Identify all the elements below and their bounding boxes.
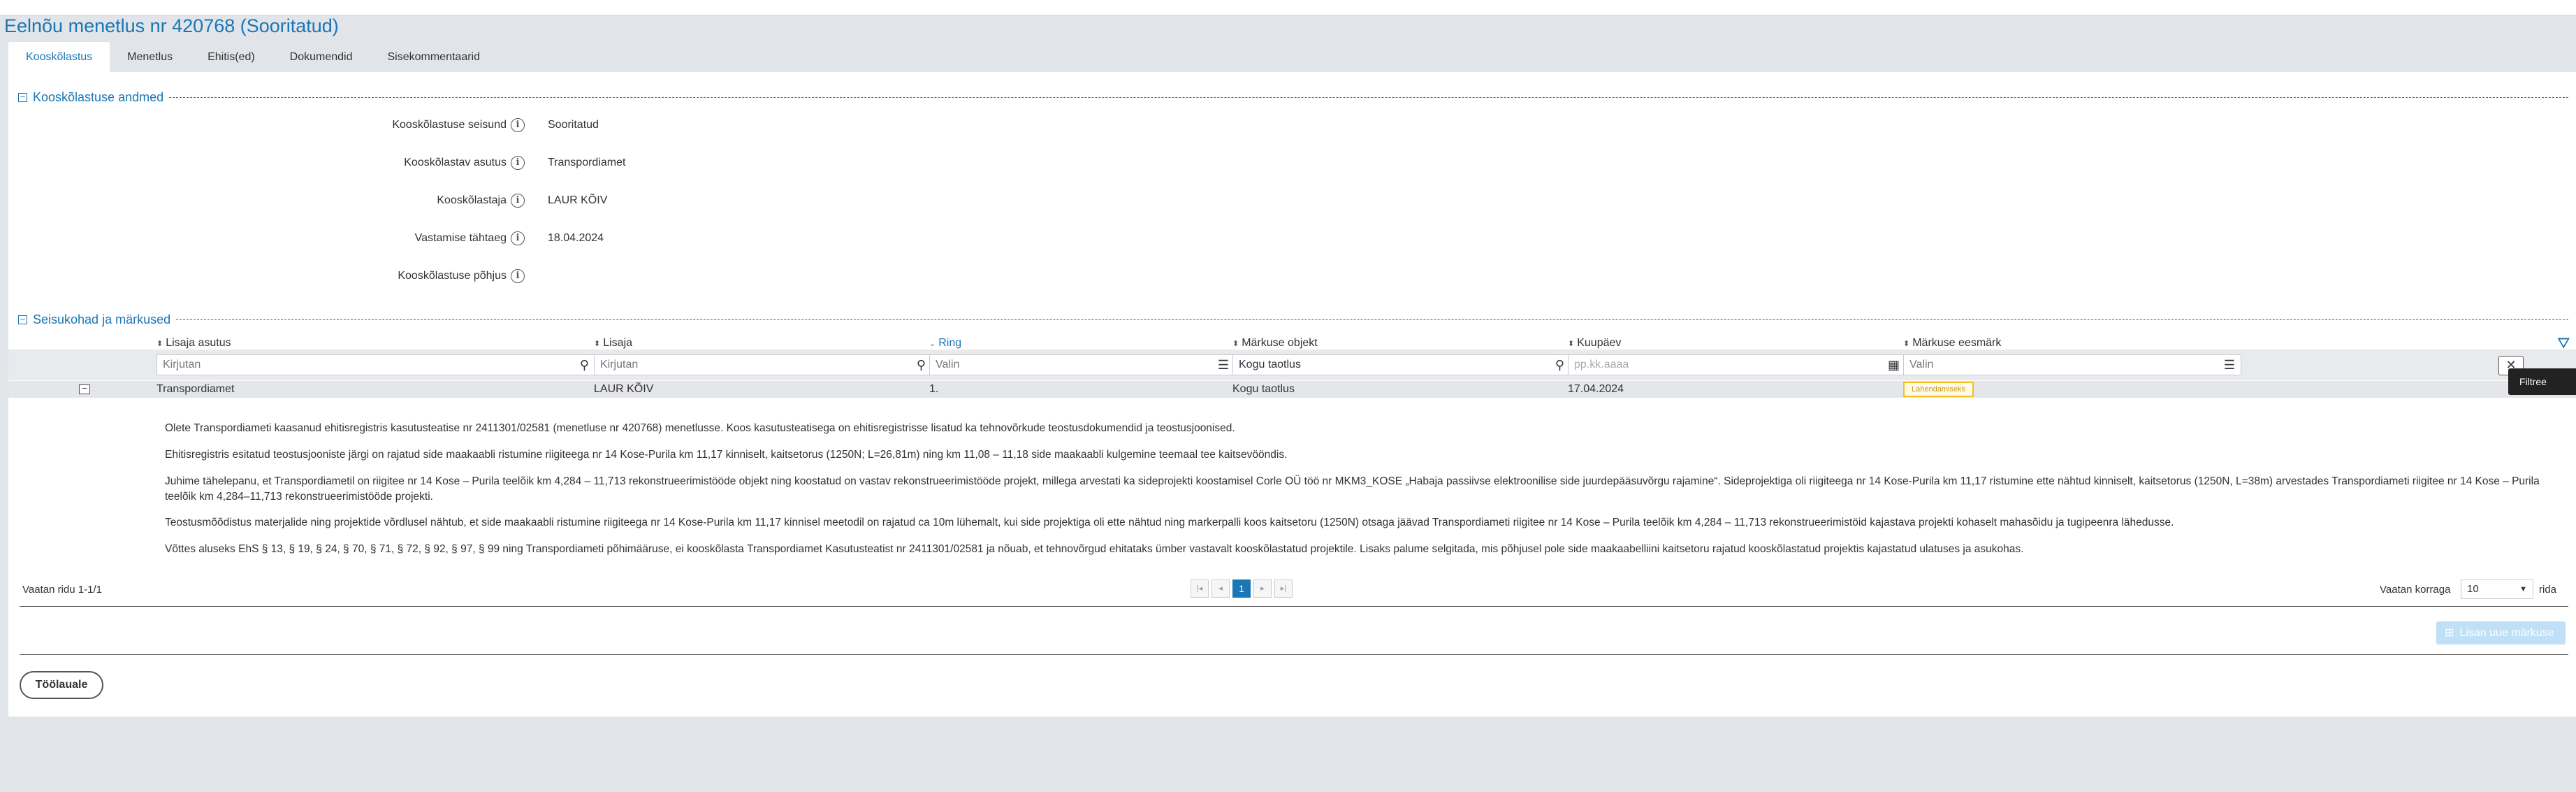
filter-date-kuupaev[interactable]: pp.kk.aaaa ▦ [1568, 354, 1906, 375]
top-bar [0, 0, 2576, 15]
search-icon: ⚲ [579, 358, 589, 372]
page-button-current[interactable]: 1 [1232, 579, 1251, 598]
cell-lisaja: LAUR KÕIV [594, 383, 654, 395]
first-page-button[interactable]: |◂ [1191, 579, 1209, 598]
plus-icon: ⊞ [2445, 627, 2454, 639]
table-row[interactable]: − Transpordiamet LAUR KÕIV 1. Kogu taotl… [8, 381, 2576, 398]
section-title: Seisukohad ja märkused [33, 312, 171, 326]
section-divider [169, 96, 2568, 98]
tab-ehitised[interactable]: Ehitis(ed) [190, 42, 272, 72]
col-header-markuse-objekt[interactable]: ⬍ Märkuse objekt [1232, 337, 1318, 350]
search-icon: ⚲ [1555, 358, 1564, 372]
field-label-seisund: Kooskõlastuse seisund [392, 119, 507, 131]
divider [20, 654, 2568, 655]
sort-icon: ⬍ [1232, 340, 1239, 348]
collapse-toggle-icon[interactable]: − [18, 92, 27, 102]
cell-kuupaev: 17.04.2024 [1568, 383, 1624, 395]
calendar-icon: ▦ [1887, 358, 1900, 372]
next-page-button[interactable]: ▸ [1253, 579, 1272, 598]
filter-input-lisaja[interactable]: Kirjutan ⚲ [594, 354, 932, 375]
per-page-select[interactable]: 10 ▼ [2461, 579, 2533, 599]
section-title: Kooskõlastuse andmed [33, 89, 164, 104]
field-value-tahtaeg: 18.04.2024 [548, 232, 604, 244]
field-label-kooskolastaja: Kooskõlastaja [437, 194, 507, 206]
filter-tooltip: Filtree [2508, 368, 2576, 395]
section-header-kooskolastuse-andmed[interactable]: − Kooskõlastuse andmed [18, 90, 2568, 104]
sort-icon: ⬍ [1903, 340, 1910, 348]
remark-paragraph: Teostusmõõdistus materjalide ning projek… [165, 517, 2174, 528]
per-page-label: Vaatan korraga [2380, 584, 2451, 596]
col-header-markuse-eesmark[interactable]: ⬍ Märkuse eesmärk [1903, 337, 2001, 350]
cell-asutus: Transpordiamet [157, 383, 235, 395]
tab-dokumendid[interactable]: Dokumendid [272, 42, 370, 72]
status-badge: Lahendamiseks [1903, 382, 1974, 397]
col-header-ring[interactable]: ⌄ Ring [929, 337, 961, 350]
col-header-lisaja[interactable]: ⬍ Lisaja [594, 337, 632, 350]
filter-select-ring[interactable]: Valin ☰ [929, 354, 1235, 375]
filter-input-lisaja-asutus[interactable]: Kirjutan ⚲ [157, 354, 595, 375]
section-divider [176, 319, 2568, 320]
search-icon: ⚲ [916, 358, 926, 372]
sort-icon: ⬍ [594, 340, 601, 348]
field-value-seisund: Sooritatud [548, 119, 599, 131]
col-header-lisaja-asutus[interactable]: ⬍ Lisaja asutus [157, 337, 231, 350]
filter-input-markuse-objekt[interactable]: Kogu taotlus ⚲ [1232, 354, 1571, 375]
remark-paragraph: Olete Transpordiameti kaasanud ehitisreg… [165, 422, 1235, 434]
info-icon[interactable]: i [511, 194, 525, 208]
section-header-seisukohad[interactable]: − Seisukohad ja märkused [18, 312, 2568, 326]
filter-select-markuse-eesmark[interactable]: Valin ☰ [1903, 354, 2241, 375]
field-value-kooskolastaja: LAUR KÕIV [548, 194, 608, 206]
main-panel: − Kooskõlastuse andmed Kooskõlastuse sei… [8, 72, 2576, 717]
field-label-pohjus: Kooskõlastuse põhjus [398, 270, 507, 282]
field-label-tahtaeg: Vastamise tähtaeg [414, 232, 507, 244]
tab-sisekommentaarid[interactable]: Sisekommentaarid [370, 42, 498, 72]
col-header-kuupaev[interactable]: ⬍ Kuupäev [1568, 337, 1621, 350]
info-icon[interactable]: i [511, 269, 525, 283]
field-value-asutus: Transpordiamet [548, 157, 626, 168]
collapse-row-icon[interactable]: − [79, 384, 90, 394]
pagination: |◂ ◂ 1 ▸ ▸| [1191, 579, 1293, 598]
tab-menetlus[interactable]: Menetlus [110, 42, 190, 72]
back-to-dashboard-button[interactable]: Töölauale [20, 671, 103, 699]
chevron-down-icon: ▼ [2519, 585, 2527, 593]
remark-paragraph: Juhime tähelepanu, et Transpordiametil o… [165, 475, 2540, 503]
info-icon[interactable]: i [511, 156, 525, 170]
info-icon[interactable]: i [511, 231, 525, 245]
pagination-summary: Vaatan ridu 1-1/1 [22, 584, 102, 596]
list-icon: ☰ [1217, 358, 1229, 372]
sort-icon: ⬍ [157, 340, 163, 348]
remark-paragraph: Ehitisregistris esitatud teostusjooniste… [165, 449, 1288, 461]
prev-page-button[interactable]: ◂ [1211, 579, 1230, 598]
collapse-toggle-icon[interactable]: − [18, 315, 27, 324]
per-page-suffix: rida [2539, 584, 2557, 596]
remark-paragraph: Võttes aluseks EhS § 13, § 19, § 24, § 7… [165, 543, 2024, 555]
cell-ring: 1. [929, 383, 939, 395]
cell-objekt: Kogu taotlus [1232, 383, 1295, 395]
divider [20, 606, 2568, 607]
info-icon[interactable]: i [511, 118, 525, 132]
add-remark-button[interactable]: ⊞ Lisan uue märkuse [2436, 621, 2566, 645]
sort-desc-icon: ⌄ [929, 340, 936, 348]
tab-kooskolastus[interactable]: Kooskõlastus [8, 42, 110, 72]
sort-icon: ⬍ [1568, 340, 1575, 348]
field-label-asutus: Kooskõlastav asutus [404, 157, 507, 168]
page-title: Eelnõu menetlus nr 420768 (Sooritatud) [4, 15, 339, 36]
tab-bar: Kooskõlastus Menetlus Ehitis(ed) Dokumen… [8, 42, 497, 72]
list-icon: ☰ [2223, 358, 2235, 372]
last-page-button[interactable]: ▸| [1274, 579, 1293, 598]
